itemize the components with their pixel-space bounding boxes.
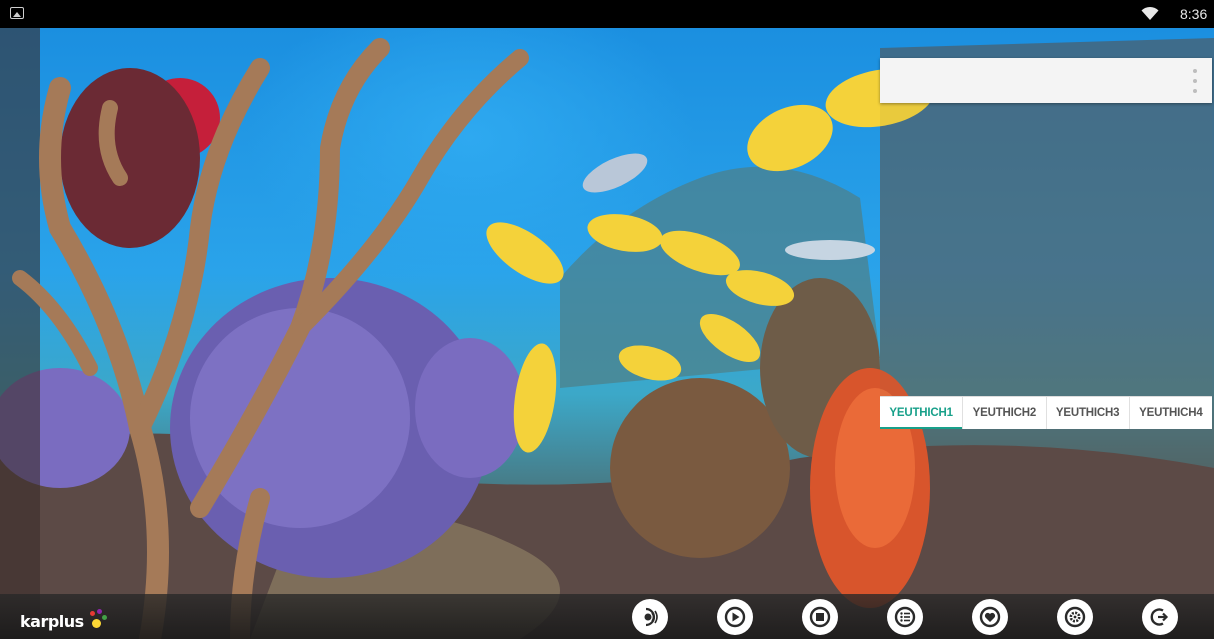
tab-yeuthich1[interactable]: YEUTHICH1 <box>880 397 964 429</box>
playlist-button[interactable] <box>887 599 923 635</box>
voice-icon <box>644 607 658 627</box>
clock: 8:36 <box>1180 6 1208 22</box>
favorite-icon <box>979 606 1001 628</box>
stop-button[interactable] <box>802 599 838 635</box>
play-button[interactable] <box>717 599 753 635</box>
wifi-icon <box>1141 6 1159 20</box>
control-bar: karplus <box>0 594 1214 639</box>
settings-icon <box>1064 606 1086 628</box>
play-icon <box>724 606 746 628</box>
tab-yeuthich3[interactable]: YEUTHICH3 <box>1047 397 1130 429</box>
image-notification-icon <box>10 7 24 19</box>
overflow-menu-icon[interactable] <box>1190 69 1200 93</box>
favorites-panel: YEUTHICH1 YEUTHICH2 YEUTHICH3 YEUTHICH4 <box>880 58 1212 430</box>
playlist-icon <box>894 606 916 628</box>
stop-icon <box>809 606 831 628</box>
settings-button[interactable] <box>1057 599 1093 635</box>
status-bar: 8:36 <box>0 0 1214 28</box>
karplus-logo: karplus <box>20 605 108 631</box>
logo-dots-icon <box>86 609 108 631</box>
exit-button[interactable] <box>1142 599 1178 635</box>
panel-content <box>880 103 1212 399</box>
favorites-tabs: YEUTHICH1 YEUTHICH2 YEUTHICH3 YEUTHICH4 <box>880 396 1212 429</box>
exit-icon <box>1150 608 1169 626</box>
voice-button[interactable] <box>632 599 668 635</box>
tab-yeuthich2[interactable]: YEUTHICH2 <box>963 397 1047 429</box>
panel-header <box>880 58 1212 103</box>
favorite-button[interactable] <box>972 599 1008 635</box>
tab-yeuthich4[interactable]: YEUTHICH4 <box>1130 397 1212 429</box>
